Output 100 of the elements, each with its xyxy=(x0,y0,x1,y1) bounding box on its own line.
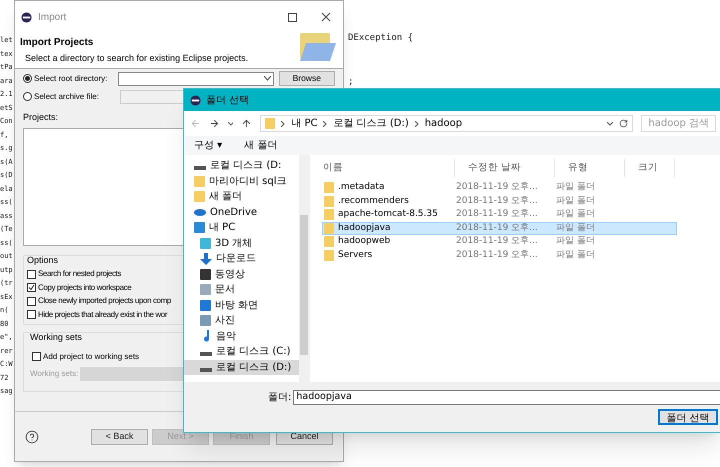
chevron-right-icon xyxy=(281,120,286,126)
nav-item[interactable]: 사진 xyxy=(184,313,299,328)
column-header[interactable]: 수정한 날짜 xyxy=(455,159,555,177)
group-title: Working sets xyxy=(30,331,82,344)
close-icon[interactable] xyxy=(321,12,331,22)
nav-item[interactable]: 마리아디비 sql크 xyxy=(184,174,299,189)
scrollbar[interactable] xyxy=(299,155,309,382)
breadcrumb-item[interactable]: hadoop xyxy=(424,116,462,131)
chevron-down-icon xyxy=(264,76,271,81)
cloud-icon xyxy=(194,208,206,216)
folder-icon xyxy=(324,182,334,194)
file-name: .recommenders xyxy=(338,194,409,208)
file-row[interactable]: apache-tomcat-8.5.35 2018-11-19 오후... 파일 폴더 xyxy=(322,208,677,222)
radio-label[interactable]: Select archive file: xyxy=(34,90,118,102)
radio-button[interactable] xyxy=(23,92,32,101)
file-type: 파일 폴더 xyxy=(556,222,595,234)
music-note-icon xyxy=(203,330,209,342)
refresh-icon[interactable] xyxy=(619,119,628,128)
projects-label: Projects: xyxy=(23,111,58,124)
nav-item[interactable]: 새 폴더 xyxy=(184,189,299,204)
checkbox[interactable] xyxy=(27,283,36,292)
file-row[interactable]: .recommenders 2018-11-19 오후... 파일 폴더 xyxy=(322,194,677,208)
checkbox[interactable] xyxy=(27,270,36,279)
folder-icon xyxy=(194,176,205,187)
file-date: 2018-11-19 오후... xyxy=(456,194,539,208)
nav-item[interactable]: OneDrive xyxy=(184,204,299,220)
file-type: 파일 폴더 xyxy=(556,194,595,208)
chevron-right-icon xyxy=(323,120,328,126)
code-line: DException { xyxy=(348,32,414,45)
dialog-button[interactable]: < Back xyxy=(91,428,148,444)
folder-icon xyxy=(324,196,334,207)
forward-arrow-icon[interactable] xyxy=(208,118,220,129)
new-folder-button[interactable]: 새 폴더 xyxy=(244,138,278,153)
folder-icon xyxy=(194,191,205,202)
column-header[interactable]: 유형 xyxy=(555,159,625,177)
breadcrumb-item[interactable]: 로컬 디스크 (D:) xyxy=(333,116,409,131)
checkbox-label[interactable]: Hide projects that already exist in the wor xyxy=(38,308,168,321)
folder-label: 폴더: xyxy=(268,391,292,405)
group-title: Options xyxy=(27,254,58,267)
nav-item[interactable]: 바탕 화면 xyxy=(184,298,299,313)
folder-icon xyxy=(324,222,334,234)
nav-item[interactable]: 로컬 디스크 (D: xyxy=(184,158,299,174)
drive-icon xyxy=(194,166,206,170)
working-sets-label: Working sets: xyxy=(30,368,78,380)
file-date: 2018-11-19 오후... xyxy=(456,222,539,234)
directory-combo[interactable] xyxy=(118,72,274,86)
nav-item[interactable]: 로컬 디스크 (D:) xyxy=(184,360,299,375)
nav-item[interactable]: 다운로드 xyxy=(184,251,299,266)
radio-button[interactable] xyxy=(23,74,32,83)
download-arrow-icon xyxy=(200,252,212,265)
nav-item[interactable]: 로컬 디스크 (C:) xyxy=(184,344,299,360)
checkbox-label[interactable]: Close newly imported projects upon comp xyxy=(38,295,171,308)
file-name: apache-tomcat-8.5.35 xyxy=(338,208,438,221)
up-arrow-icon[interactable] xyxy=(241,118,252,129)
maximize-icon[interactable] xyxy=(288,12,297,22)
breadcrumb-item[interactable]: 내 PC xyxy=(291,116,318,131)
checkbox-label[interactable]: Copy projects into workspace xyxy=(38,282,132,294)
checkbox[interactable] xyxy=(27,310,36,320)
folder-icon xyxy=(324,236,334,248)
file-date: 2018-11-19 오후... xyxy=(456,248,539,262)
folder-name-field[interactable]: hadoopjava xyxy=(293,390,720,405)
drive-icon xyxy=(200,352,212,356)
nav-item[interactable]: 내 PC xyxy=(184,220,299,236)
file-name: Servers xyxy=(338,248,372,262)
checkbox-label[interactable]: Add project to working sets xyxy=(43,350,140,362)
file-row[interactable]: hadoopjava 2018-11-19 오후... 파일 폴더 xyxy=(322,222,677,235)
select-folder-button[interactable]: 폴더 선택 xyxy=(658,409,718,425)
header-subtitle: Select a directory to search for existing Eclipse projects. xyxy=(24,52,248,65)
file-row[interactable]: hadoopweb 2018-11-19 오후... 파일 폴더 xyxy=(322,235,677,248)
checkbox[interactable] xyxy=(32,352,41,361)
organize-menu[interactable]: 구성 ▾ xyxy=(194,138,222,153)
header-title: Import Projects xyxy=(20,36,94,50)
nav-item[interactable]: 동영상 xyxy=(184,266,299,282)
file-date: 2018-11-19 오후... xyxy=(456,181,539,194)
file-date: 2018-11-19 오후... xyxy=(456,208,539,221)
file-row[interactable]: Servers 2018-11-19 오후... 파일 폴더 xyxy=(322,248,677,262)
file-name: hadoopweb xyxy=(338,235,390,248)
folder-icon xyxy=(324,209,334,220)
checkbox-label[interactable]: Search for nested projects xyxy=(38,268,121,280)
address-bar[interactable]: 내 PC 로컬 디스크 (D:) hadoop xyxy=(260,115,634,132)
chevron-down-icon[interactable] xyxy=(228,122,234,126)
browse-button[interactable]: Browse xyxy=(278,71,335,86)
nav-item[interactable]: 3D 개체 xyxy=(184,236,299,251)
file-type: 파일 폴더 xyxy=(556,235,595,248)
column-header[interactable]: 크기 xyxy=(625,159,675,177)
radio-label[interactable]: Select root directory: xyxy=(34,72,116,84)
file-row[interactable]: .metadata 2018-11-19 오후... 파일 폴더 xyxy=(322,181,677,194)
folder-icon xyxy=(324,250,334,261)
checkbox[interactable] xyxy=(27,296,36,306)
nav-item[interactable]: 문서 xyxy=(184,282,299,298)
folder-icon xyxy=(265,118,276,129)
chevron-right-icon xyxy=(414,120,419,126)
nav-item[interactable]: 음악 xyxy=(184,328,299,344)
file-type: 파일 폴더 xyxy=(556,248,595,262)
file-name: hadoopjava xyxy=(338,222,391,234)
help-icon[interactable] xyxy=(25,430,39,444)
chevron-down-icon[interactable] xyxy=(607,122,614,126)
window-title: Import xyxy=(38,10,66,24)
column-header[interactable]: 이름 xyxy=(310,159,455,177)
file-type: 파일 폴더 xyxy=(556,181,595,194)
